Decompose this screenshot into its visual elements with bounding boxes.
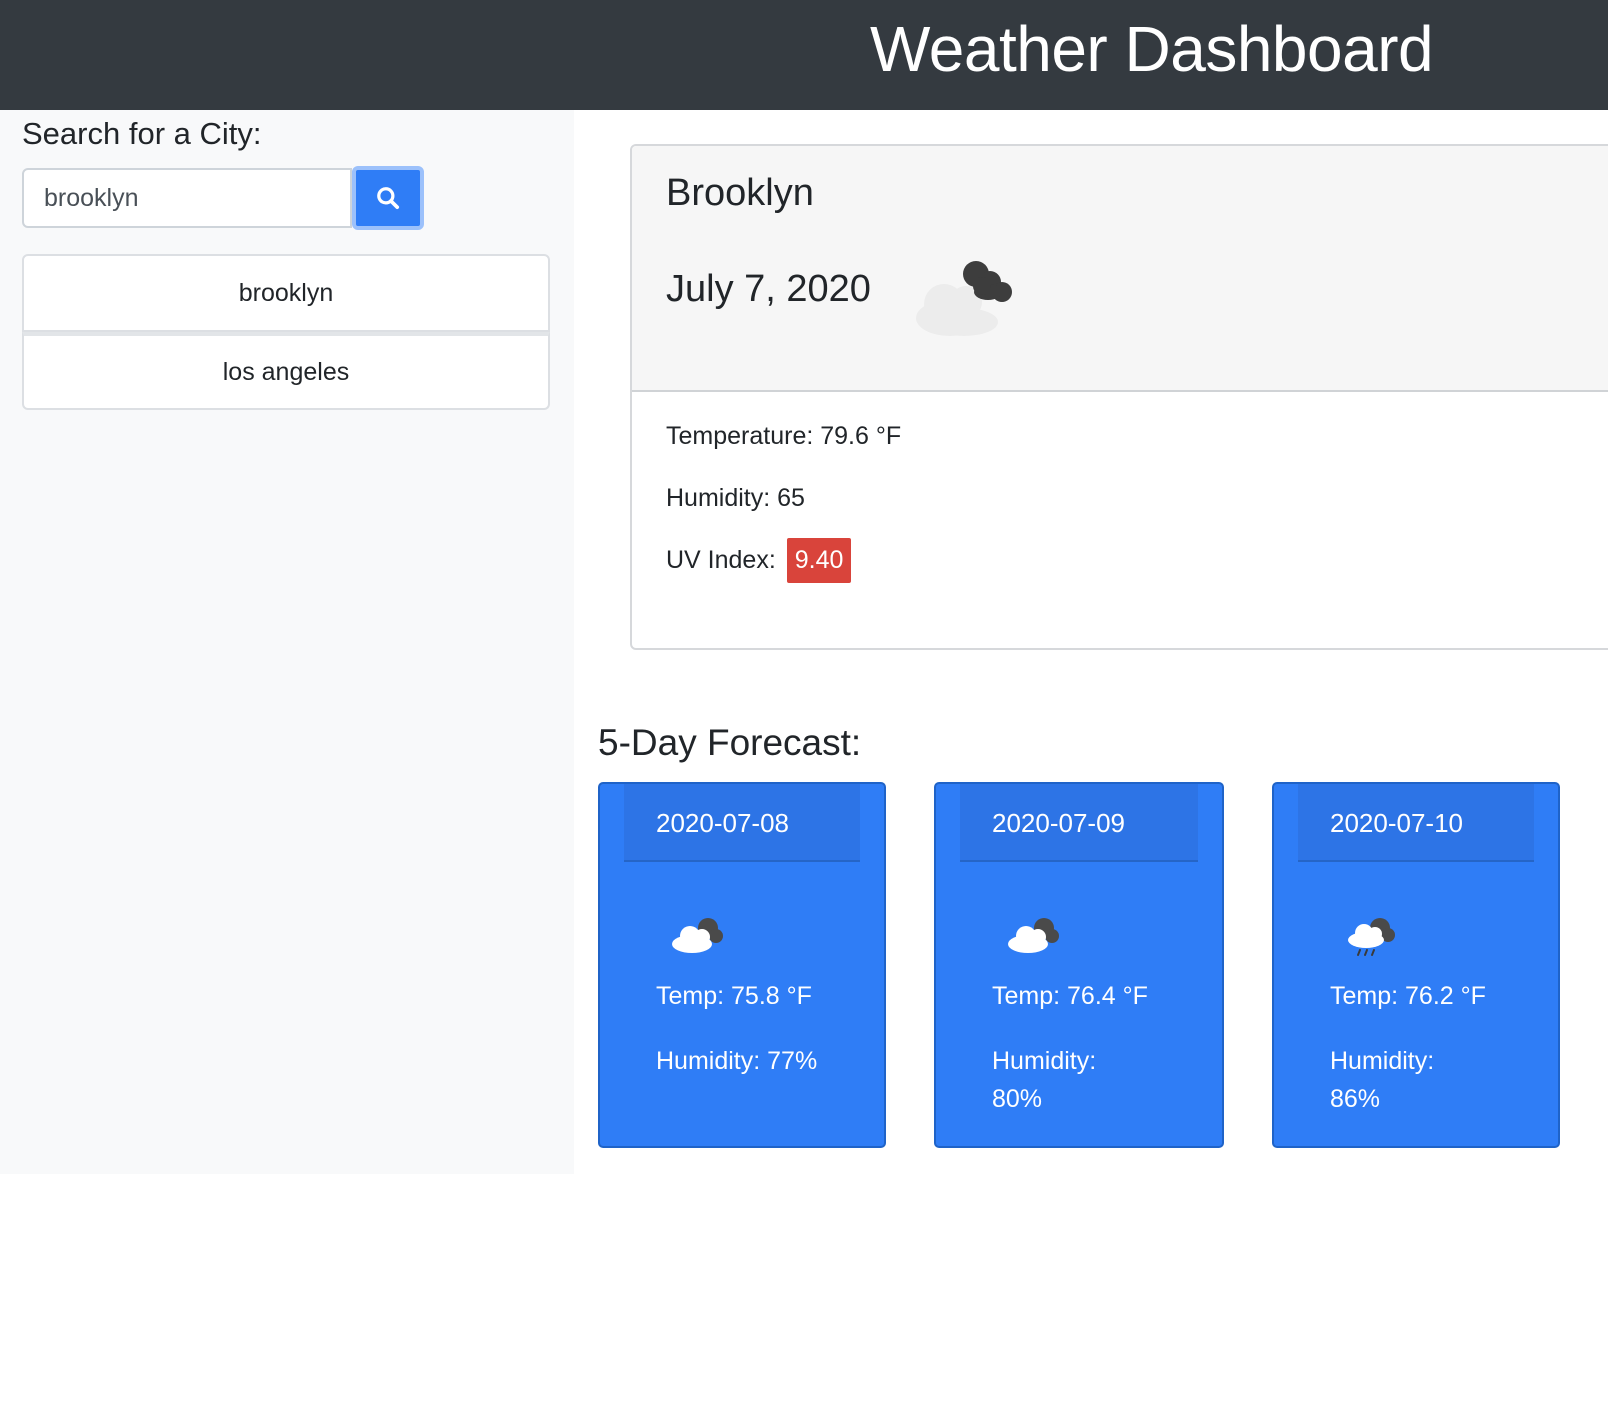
page-title: Weather Dashboard [870, 13, 1434, 85]
search-input[interactable] [22, 168, 352, 228]
forecast-card-header: 2020-07-09 [960, 784, 1198, 862]
forecast-humidity: Humidity: 77% [656, 1042, 817, 1080]
history-item-brooklyn[interactable]: brooklyn [22, 254, 550, 332]
cloudy-icon [672, 918, 723, 953]
current-weather-header: Brooklyn July 7, 2020 [632, 146, 1608, 392]
current-humidity: Humidity: 65 [666, 484, 805, 512]
forecast-card: 2020-07-09 Temp: 76.4 °F Humidity: 80% [934, 782, 1224, 1148]
navbar: Weather Dashboard [0, 0, 1608, 110]
forecast-humidity-label: Humidity: [992, 1047, 1097, 1075]
forecast-title: 5-Day Forecast: [598, 722, 862, 763]
forecast-humidity-label: Humidity: [656, 1047, 761, 1075]
forecast-date: 2020-07-08 [656, 808, 789, 838]
forecast-humidity-value: 86% [1330, 1085, 1381, 1113]
forecast-card-header: 2020-07-08 [624, 784, 860, 862]
current-weather-card: Brooklyn July 7, 2020 Temperature: 79.6 … [630, 144, 1608, 650]
forecast-card: 2020-07-10 Temp: 76.2 °F Humidity: 86% [1272, 782, 1560, 1148]
forecast-humidity-label: Humidity: [1330, 1047, 1435, 1075]
uv-index-badge: 9.40 [786, 538, 852, 583]
forecast-temp: Temp: 76.2 °F [1330, 982, 1486, 1010]
forecast-date: 2020-07-09 [992, 808, 1125, 838]
uv-index-row: UV Index: 9.40 [666, 538, 852, 583]
city-name: Brooklyn [666, 172, 814, 214]
current-temperature: Temperature: 79.6 °F [666, 422, 902, 450]
forecast-humidity-value: 77% [767, 1047, 818, 1075]
broken-clouds-icon [916, 261, 1012, 336]
cloudy-icon [1008, 918, 1059, 953]
search-button[interactable] [352, 166, 424, 230]
forecast-date: 2020-07-10 [1330, 808, 1463, 838]
forecast-humidity-value: 80% [992, 1085, 1043, 1113]
forecast-temp: Temp: 75.8 °F [656, 982, 812, 1010]
rain-icon [1348, 918, 1395, 956]
history-item-los-angeles[interactable]: los angeles [22, 332, 550, 410]
forecast-card-header: 2020-07-10 [1298, 784, 1534, 862]
current-date: July 7, 2020 [666, 268, 871, 310]
uv-index-label: UV Index: [666, 546, 776, 574]
forecast-humidity: Humidity: 80% [992, 1042, 1096, 1118]
sidebar: Search for a City: brooklyn los angeles [0, 110, 574, 1174]
forecast-humidity: Humidity: 86% [1330, 1042, 1434, 1118]
search-history-list: brooklyn los angeles [22, 254, 550, 410]
forecast-card: 2020-07-08 Temp: 75.8 °F Humidity: 77% [598, 782, 886, 1148]
forecast-temp: Temp: 76.4 °F [992, 982, 1148, 1010]
search-icon [377, 187, 400, 210]
search-label: Search for a City: [22, 116, 262, 151]
